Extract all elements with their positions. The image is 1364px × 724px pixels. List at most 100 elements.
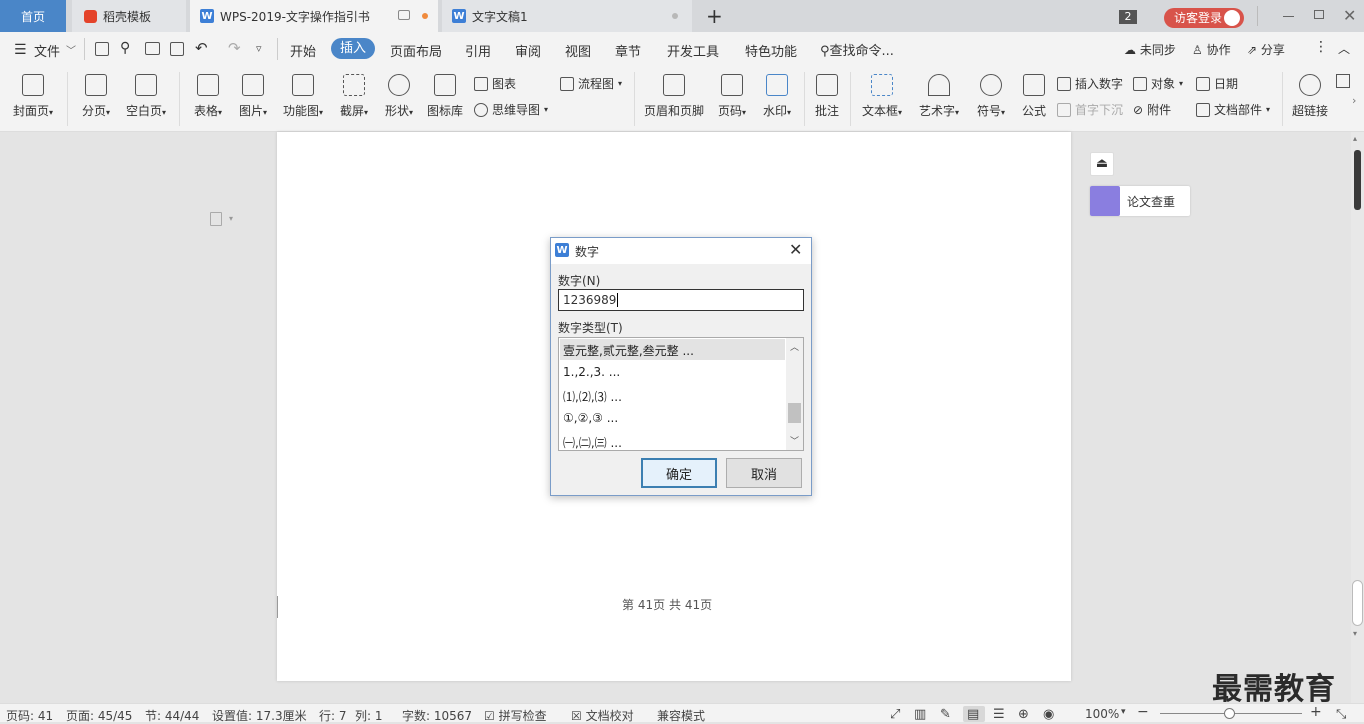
- monitor-icon[interactable]: [398, 10, 410, 20]
- list-scroll-thumb[interactable]: [788, 403, 801, 423]
- sync-status[interactable]: ☁ 未同步: [1124, 41, 1176, 58]
- number-input[interactable]: 1236989: [558, 289, 804, 311]
- ribbon-scroll-right-icon[interactable]: ›: [1352, 94, 1356, 107]
- menu-page-layout[interactable]: 页面布局: [390, 41, 442, 60]
- undo-icon[interactable]: ↶: [195, 39, 208, 57]
- status-word-count[interactable]: 字数: 10567: [402, 707, 472, 724]
- hamburger-icon[interactable]: ☰: [14, 42, 27, 58]
- shape-button[interactable]: 形状▾: [379, 74, 419, 119]
- chevron-down-icon[interactable]: ﹀: [66, 42, 76, 57]
- flowchart-button[interactable]: 流程图 ▾: [560, 75, 622, 92]
- menu-view[interactable]: 视图: [565, 41, 591, 60]
- tab-document-2[interactable]: W 文字文稿1: [442, 0, 692, 32]
- chevron-down-icon[interactable]: ▾: [229, 214, 233, 223]
- text-box-button[interactable]: 文本框▾: [857, 74, 907, 119]
- share-button[interactable]: ⇗ 分享: [1247, 41, 1285, 58]
- pen-icon[interactable]: ✎: [940, 707, 951, 722]
- quick-access-dropdown-icon[interactable]: ▿: [256, 42, 262, 55]
- tab-template[interactable]: 稻壳模板: [72, 0, 186, 32]
- outline-view-icon[interactable]: ☰: [993, 707, 1005, 722]
- drop-cap-button[interactable]: 首字下沉: [1057, 101, 1123, 118]
- status-pages[interactable]: 页面: 45/45: [66, 707, 132, 724]
- watermark-button[interactable]: 水印▾: [757, 74, 797, 119]
- icon-library-button[interactable]: 图标库: [424, 74, 466, 119]
- attachment-button[interactable]: ⊘ 附件: [1133, 101, 1171, 118]
- tab-document[interactable]: W WPS-2019-文字操作指引书: [190, 0, 438, 32]
- list-item[interactable]: 1.,2.,3. ...: [563, 365, 620, 379]
- print-icon[interactable]: [145, 42, 160, 55]
- zoom-out-icon[interactable]: −: [1137, 704, 1149, 720]
- scroll-up-icon[interactable]: ▴: [1353, 134, 1357, 143]
- more-icon[interactable]: ⋮: [1314, 39, 1328, 55]
- cover-page-button[interactable]: 封面页▾: [8, 74, 58, 119]
- spell-check-button[interactable]: ☑ 拼写检查: [484, 707, 547, 724]
- date-button[interactable]: 日期: [1196, 75, 1238, 92]
- zoom-level[interactable]: 100%: [1085, 707, 1119, 721]
- header-footer-button[interactable]: 页眉和页脚: [642, 74, 706, 119]
- list-item[interactable]: ㈠,㈡,㈢ ...: [563, 434, 622, 450]
- chevron-down-icon[interactable]: ▾: [1121, 707, 1126, 717]
- doc-proof-button[interactable]: ☒ 文档校对: [571, 707, 634, 724]
- doc-parts-button[interactable]: 文档部件 ▾: [1196, 101, 1270, 118]
- status-column[interactable]: 列: 1: [355, 707, 383, 724]
- scroll-down-icon[interactable]: ▾: [1353, 629, 1357, 638]
- collab-button[interactable]: ♙ 协作: [1192, 41, 1231, 58]
- status-page-number[interactable]: 页码: 41: [6, 707, 53, 724]
- scroll-down-icon[interactable]: ﹀: [790, 434, 799, 447]
- list-item[interactable]: 壹元整,贰元整,叁元整 ...: [563, 342, 694, 359]
- window-count-badge[interactable]: 2: [1119, 10, 1137, 24]
- side-collapse-icon[interactable]: ⏏: [1090, 152, 1114, 176]
- scroll-up-icon[interactable]: ︿: [790, 340, 799, 353]
- eye-protect-icon[interactable]: ◉: [1043, 707, 1054, 722]
- paper-check-button[interactable]: 论文查重: [1090, 186, 1190, 216]
- status-section[interactable]: 节: 44/44: [145, 707, 199, 724]
- tab-home[interactable]: 首页: [0, 0, 66, 32]
- vertical-scrollbar[interactable]: ▴ ▾: [1351, 132, 1364, 703]
- list-item[interactable]: ⑴,⑵,⑶ ...: [563, 388, 622, 405]
- read-mode-icon[interactable]: ▥: [914, 707, 926, 722]
- blank-page-button[interactable]: 空白页▾: [121, 74, 171, 119]
- new-tab-button[interactable]: +: [706, 4, 723, 28]
- menu-start[interactable]: 开始: [290, 41, 316, 60]
- menu-special[interactable]: 特色功能: [745, 41, 797, 60]
- fullscreen-icon[interactable]: ⤢: [890, 707, 900, 722]
- table-button[interactable]: 表格▾: [188, 74, 228, 119]
- ok-button[interactable]: 确定: [641, 458, 717, 488]
- cancel-button[interactable]: 取消: [726, 458, 802, 488]
- zoom-slider-thumb[interactable]: [1224, 708, 1235, 719]
- picture-button[interactable]: 图片▾: [233, 74, 273, 119]
- minimize-icon[interactable]: [1283, 16, 1294, 17]
- tab-close-dot-icon[interactable]: [672, 13, 678, 19]
- page-break-button[interactable]: 分页▾: [76, 74, 116, 119]
- list-scrollbar[interactable]: ︿ ﹀: [786, 338, 803, 450]
- object-button[interactable]: 对象 ▾: [1133, 75, 1183, 92]
- save-icon[interactable]: [95, 42, 109, 56]
- web-view-icon[interactable]: ⊕: [1018, 707, 1029, 722]
- restore-icon[interactable]: [1314, 10, 1324, 19]
- mind-map-button[interactable]: 思维导图 ▾: [474, 101, 548, 118]
- hyperlink-button[interactable]: 超链接: [1289, 74, 1331, 119]
- collapse-ribbon-icon[interactable]: ︿: [1338, 40, 1350, 57]
- page-number-button[interactable]: 页码▾: [712, 74, 752, 119]
- menu-chapter[interactable]: 章节: [615, 41, 641, 60]
- dialog-close-icon[interactable]: ✕: [789, 240, 802, 259]
- chart-button[interactable]: 图表: [474, 75, 516, 92]
- dialog-title-bar[interactable]: W 数字 ✕: [551, 238, 811, 264]
- format-painter-icon[interactable]: ⚲: [120, 40, 130, 56]
- doc-outline-icon[interactable]: [210, 212, 222, 226]
- formula-button[interactable]: 公式: [1018, 74, 1050, 119]
- symbol-button[interactable]: 符号▾: [973, 74, 1009, 119]
- status-setting-value[interactable]: 设置值: 17.3厘米: [212, 707, 307, 724]
- fit-window-icon[interactable]: ⤡: [1336, 707, 1346, 722]
- comment-button[interactable]: 批注: [811, 74, 843, 119]
- scroll-thumb[interactable]: [1352, 580, 1363, 626]
- more-ribbon-icon[interactable]: [1336, 74, 1350, 88]
- word-art-button[interactable]: 艺术字▾: [914, 74, 964, 119]
- menu-review[interactable]: 审阅: [515, 41, 541, 60]
- status-row[interactable]: 行: 7: [319, 707, 347, 724]
- login-button[interactable]: 访客登录: [1164, 8, 1244, 28]
- redo-icon[interactable]: ↷: [228, 39, 241, 57]
- list-item[interactable]: ①,②,③ ...: [563, 411, 618, 425]
- menu-insert[interactable]: 插入: [331, 38, 375, 59]
- screenshot-button[interactable]: 截屏▾: [334, 74, 374, 119]
